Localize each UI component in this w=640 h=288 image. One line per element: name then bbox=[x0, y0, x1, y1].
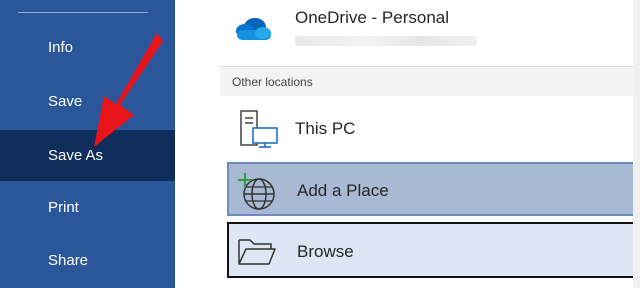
location-label: Add a Place bbox=[297, 181, 389, 200]
location-label: Browse bbox=[297, 242, 354, 261]
save-as-locations-panel: OneDrive - Personal Other locations This… bbox=[175, 0, 640, 288]
sidebar-item-label: Info bbox=[48, 39, 74, 56]
computer-icon bbox=[240, 110, 278, 148]
location-label: This PC bbox=[295, 119, 356, 138]
sidebar-item-save-as[interactable]: Save As bbox=[0, 130, 175, 181]
sidebar-item-save[interactable]: Save bbox=[0, 92, 175, 120]
onedrive-cloud-icon bbox=[236, 18, 271, 40]
sidebar-item-share[interactable]: Share bbox=[0, 251, 175, 279]
location-add-a-place[interactable]: Add a Place bbox=[227, 162, 635, 216]
sidebar-item-label: Save As bbox=[48, 147, 104, 164]
sidebar-item-print[interactable]: Print bbox=[0, 198, 175, 226]
backstage-sidebar: Info Save Save As Print Share bbox=[0, 0, 175, 288]
onedrive-location[interactable]: OneDrive - Personal bbox=[175, 0, 640, 64]
onedrive-account-redacted bbox=[295, 36, 477, 46]
section-label: Other locations bbox=[232, 75, 313, 89]
globe-add-icon bbox=[238, 173, 275, 210]
location-this-pc[interactable]: This PC bbox=[227, 101, 635, 156]
location-browse[interactable]: Browse bbox=[227, 222, 635, 278]
sidebar-divider bbox=[18, 12, 148, 13]
folder-icon bbox=[238, 239, 276, 265]
panel-scroll-edge bbox=[633, 0, 640, 288]
sidebar-item-label: Save bbox=[48, 93, 83, 110]
other-locations-header: Other locations bbox=[220, 66, 634, 96]
onedrive-title: OneDrive - Personal bbox=[295, 8, 450, 27]
sidebar-item-info[interactable]: Info bbox=[0, 38, 175, 66]
sidebar-item-label: Share bbox=[48, 252, 89, 269]
sidebar-item-label: Print bbox=[48, 199, 79, 216]
